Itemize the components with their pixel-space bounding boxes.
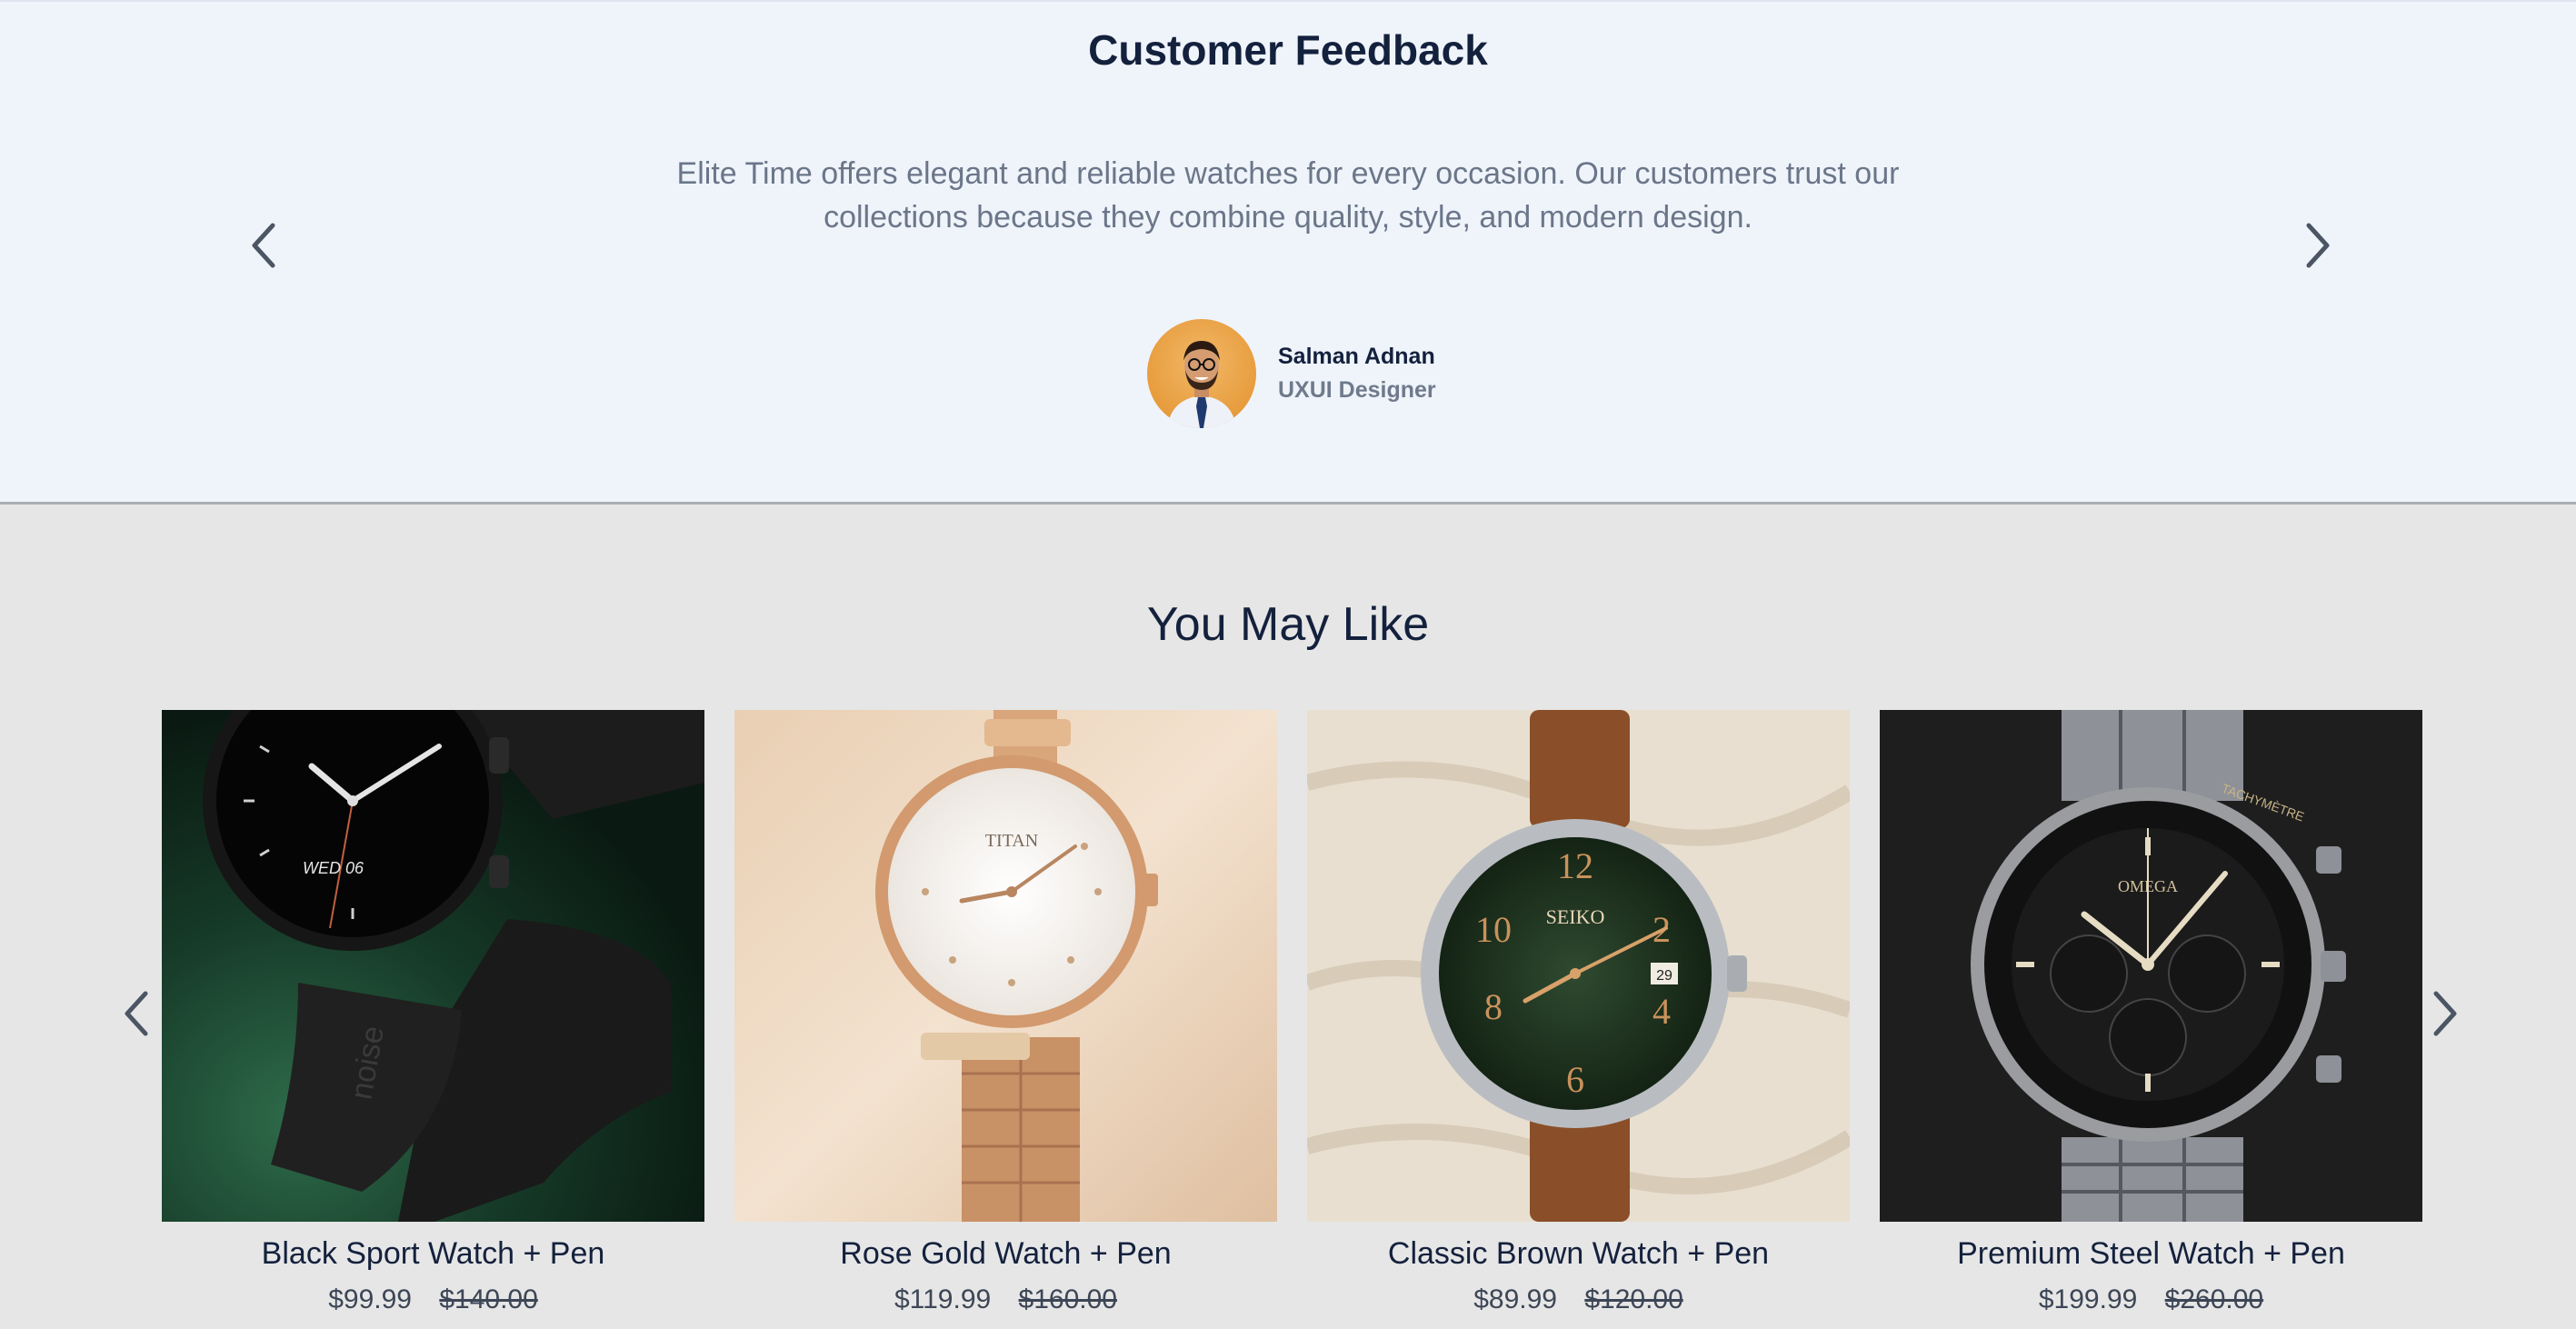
product-card[interactable]: noise WED 06 Black Sport Watch + Pen $99… [162,710,704,1315]
svg-text:4: 4 [1652,991,1671,1032]
product-price: $119.99 $160.00 [734,1284,1277,1315]
product-name[interactable]: Premium Steel Watch + Pen [1880,1236,2422,1272]
feedback-title: Customer Feedback [1088,26,1488,74]
products-next-button[interactable] [2418,977,2472,1050]
chevron-left-icon [125,991,148,1036]
product-card[interactable]: 12 6 8 10 2 4 SEIKO 29 Classic Brown Wat… [1307,710,1850,1315]
current-price: $199.99 [2038,1284,2138,1314]
product-name[interactable]: Black Sport Watch + Pen [162,1236,704,1272]
product-image[interactable]: noise WED 06 [162,710,704,1222]
product-price: $89.99 $120.00 [1307,1284,1850,1315]
original-price: $160.00 [1018,1284,1117,1314]
avatar [1147,319,1256,428]
product-name[interactable]: Classic Brown Watch + Pen [1307,1236,1850,1272]
svg-text:8: 8 [1484,986,1503,1027]
product-name[interactable]: Rose Gold Watch + Pen [734,1236,1277,1272]
watch-dial-text: WED 06 [303,859,364,877]
watch-date-text: 29 [1656,968,1672,984]
products-prev-button[interactable] [109,977,164,1050]
author-name: Salman Adnan [1278,344,1435,369]
svg-text:12: 12 [1557,845,1593,886]
original-price: $260.00 [2164,1284,2264,1314]
product-price: $99.99 $140.00 [162,1284,704,1315]
chevron-right-icon [2433,991,2457,1036]
you-may-like-section: You May Like noise WED 06 Black Sport Wa… [0,505,2576,1329]
product-card[interactable]: TITAN Rose Gold Watch + Pen $119.99 $160… [734,710,1277,1315]
product-image[interactable]: TACHYMÈTRE OMEGA [1880,710,2422,1222]
chevron-left-icon [252,223,275,268]
original-price: $140.00 [439,1284,538,1314]
you-may-like-title: You May Like [1146,598,1430,651]
watch-brand-text: SEIKO [1546,905,1605,928]
current-price: $99.99 [328,1284,412,1314]
product-price: $199.99 $260.00 [1880,1284,2422,1315]
current-price: $119.99 [894,1284,992,1314]
feedback-next-button[interactable] [2291,209,2345,282]
product-image[interactable]: 12 6 8 10 2 4 SEIKO 29 [1307,710,1850,1222]
svg-text:6: 6 [1566,1059,1584,1100]
author-role: UXUI Designer [1278,377,1436,403]
feedback-prev-button[interactable] [236,209,291,282]
svg-text:10: 10 [1475,909,1512,950]
feedback-author: Salman Adnan UXUI Designer [1147,318,1436,429]
customer-feedback-section: Customer Feedback Elite Time offers eleg… [0,0,2576,505]
feedback-quote: Elite Time offers elegant and reliable w… [676,156,1900,235]
product-card[interactable]: TACHYMÈTRE OMEGA Premium Steel Watch + P… [1880,710,2422,1315]
original-price: $120.00 [1584,1284,1683,1314]
product-image[interactable]: TITAN [734,710,1277,1222]
current-price: $89.99 [1473,1284,1557,1314]
chevron-right-icon [2306,223,2330,268]
watch-brand-text: TITAN [985,831,1038,851]
